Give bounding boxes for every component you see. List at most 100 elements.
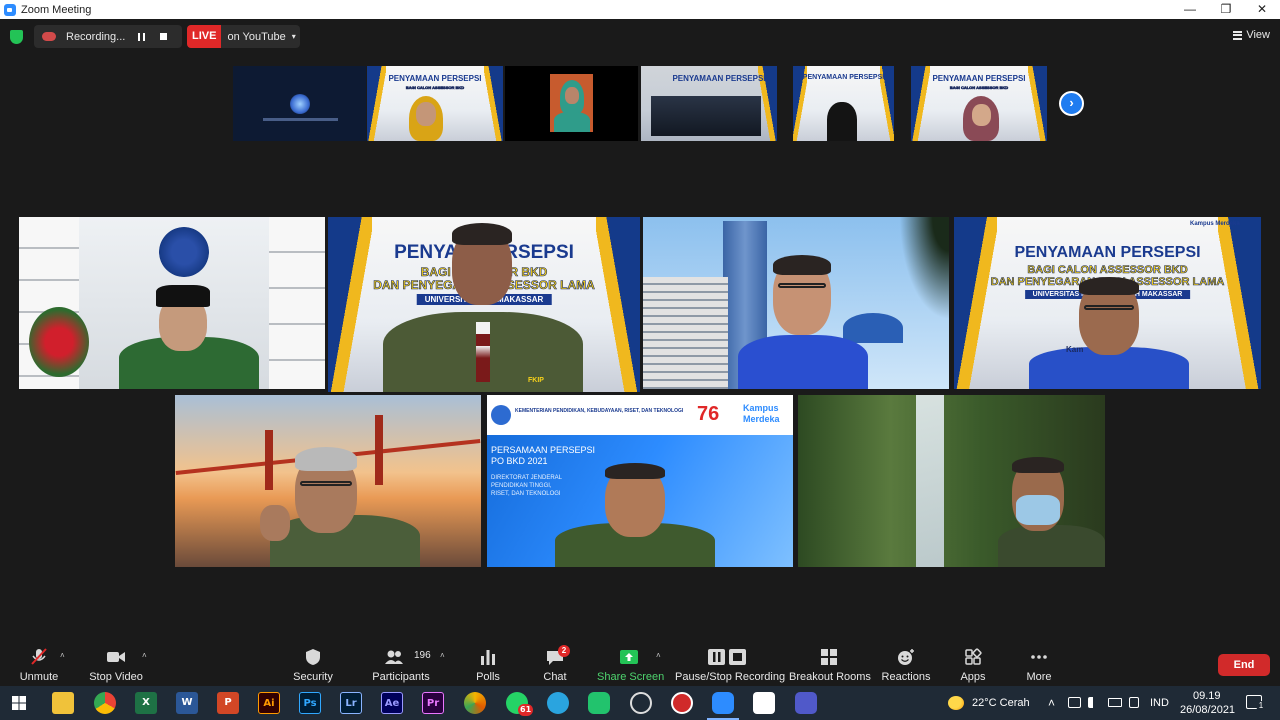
clock-time[interactable]: 09.19: [1193, 690, 1221, 702]
video-tile[interactable]: [175, 395, 481, 567]
hand: [260, 505, 290, 541]
illustrator-icon[interactable]: Ai: [258, 692, 280, 714]
stop-video-button[interactable]: Stop Video: [88, 642, 144, 686]
windows-start-icon[interactable]: [12, 696, 26, 710]
necktie: [476, 322, 490, 382]
battery-icon[interactable]: [1108, 698, 1122, 707]
participants-button[interactable]: 196 Participants: [372, 642, 430, 686]
reactions-label: Reactions: [881, 671, 931, 683]
minimize-button[interactable]: —: [1172, 0, 1208, 19]
pause-stop-recording-button[interactable]: Pause/Stop Recording: [675, 642, 785, 686]
microphone-muted-icon: [31, 648, 47, 665]
audio-options-caret[interactable]: ˄: [60, 651, 65, 660]
volume-icon[interactable]: [1088, 697, 1100, 708]
after-effects-icon[interactable]: Ae: [381, 692, 403, 714]
encryption-shield-icon[interactable]: [10, 30, 23, 44]
video-tile[interactable]: KEMENTERIAN PENDIDIKAN, KEBUDAYAAN, RISE…: [487, 395, 793, 567]
banner-title: PENYAMAAN PERSEPSI: [388, 74, 482, 83]
participants-options-caret[interactable]: ˄: [440, 651, 445, 660]
livestream-indicator[interactable]: LIVE on YouTube ▾: [187, 25, 300, 48]
app-icon[interactable]: [464, 692, 486, 714]
fkip-label: FKIP: [528, 377, 544, 384]
unmute-button[interactable]: Unmute: [15, 642, 63, 686]
apps-button[interactable]: Apps: [955, 642, 991, 686]
weather-label[interactable]: 22°C Cerah: [972, 697, 1030, 709]
peci-cap: [156, 285, 210, 307]
meet-icon[interactable]: [588, 692, 610, 714]
notification-center-icon[interactable]: 1: [1246, 695, 1266, 711]
teams-icon[interactable]: [795, 692, 817, 714]
end-meeting-button[interactable]: End: [1218, 654, 1270, 676]
chat-label: Chat: [543, 671, 567, 683]
more-dots-icon: [1031, 655, 1047, 659]
security-button[interactable]: Security: [290, 642, 336, 686]
clock-date[interactable]: 26/08/2021: [1180, 704, 1235, 716]
whatsapp-badge: 61: [518, 704, 534, 716]
breakout-rooms-button[interactable]: Breakout Rooms: [789, 642, 871, 686]
tray-chevron-icon[interactable]: ˄: [1048, 696, 1055, 710]
thumbnail-video[interactable]: PENYAMAAN PERSEPSI: [641, 66, 777, 141]
share-options-caret[interactable]: ˄: [656, 651, 661, 660]
thumbnail-video[interactable]: [505, 66, 638, 141]
slide-title: PERSAMAAN PERSEPSI: [491, 445, 596, 455]
polls-label: Polls: [476, 671, 500, 683]
input-language[interactable]: IND: [1150, 697, 1169, 709]
active-speaker-tile[interactable]: PENYAM PERSEPSI BAGI CALON OR BKD DAN PE…: [328, 217, 640, 392]
lightroom-icon[interactable]: Lr: [340, 692, 362, 714]
video-tile[interactable]: Kampus Merdeka PENYAMAAN PERSEPSI BAGI C…: [954, 217, 1261, 389]
network-icon[interactable]: [1068, 697, 1081, 708]
merdeka-label: Merdeka: [743, 414, 780, 424]
ministry-name: KEMENTERIAN PENDIDIKAN, KEBUDAYAAN, RISE…: [515, 408, 684, 414]
face-mask: [1016, 495, 1060, 525]
thumbnail-video[interactable]: PENYAMAAN PERSEPSI BAGI CALON ASSESSOR B…: [911, 66, 1047, 141]
breakout-rooms-icon: [821, 649, 837, 665]
pause-icon: [137, 32, 145, 41]
chrome-icon[interactable]: [94, 692, 116, 714]
chat-button[interactable]: 2 Chat: [537, 642, 573, 686]
whatsapp-icon[interactable]: 61: [506, 692, 534, 716]
view-button[interactable]: View: [1233, 25, 1270, 45]
keyboard-icon[interactable]: [1129, 697, 1139, 708]
window-title: Zoom Meeting: [21, 3, 92, 16]
meeting-toolbar: Unmute ˄ Stop Video ˄ Security 196 Parti…: [0, 642, 1280, 686]
polls-button[interactable]: Polls: [470, 642, 506, 686]
stop-icon: [159, 33, 167, 40]
telegram-icon[interactable]: [547, 692, 569, 714]
stop-recording-button[interactable]: [156, 30, 170, 44]
live-badge: LIVE: [187, 25, 222, 48]
thumbnail-video[interactable]: PENYAMAAN PERSEPSI BAGI CALON ASSESSOR B…: [367, 66, 503, 141]
video-tile[interactable]: [19, 217, 325, 389]
ministry-logo-icon: [491, 405, 511, 425]
apps-icon: [965, 648, 982, 665]
next-page-button[interactable]: ›: [1059, 91, 1084, 116]
banner-title: PENYAMAAN PERSEPSI: [802, 74, 885, 81]
video-options-caret[interactable]: ˄: [142, 651, 147, 660]
video-tile[interactable]: [798, 395, 1105, 567]
powerpoint-icon[interactable]: P: [217, 692, 239, 714]
close-button[interactable]: ✕: [1244, 0, 1280, 19]
app-icon[interactable]: [753, 692, 775, 714]
weather-icon[interactable]: [948, 696, 964, 710]
banner-title: PENYAMAAN PERSEPSI: [672, 74, 766, 83]
chevron-right-icon: ›: [1069, 95, 1074, 110]
share-screen-button[interactable]: Share Screen: [597, 642, 665, 686]
file-explorer-icon[interactable]: [52, 692, 74, 714]
restore-button[interactable]: ❐: [1208, 0, 1244, 19]
browser-icon[interactable]: [630, 692, 652, 714]
reactions-button[interactable]: Reactions: [880, 642, 932, 686]
palm-leaves: [891, 217, 949, 337]
video-tile[interactable]: [643, 217, 949, 389]
more-label: More: [1026, 671, 1052, 683]
opera-icon[interactable]: [671, 692, 693, 714]
thumbnail-video[interactable]: PENYAMAAN PERSEPSI: [793, 66, 894, 141]
recording-label: Recording...: [66, 30, 126, 43]
word-icon[interactable]: W: [176, 692, 198, 714]
zoom-taskbar-icon[interactable]: [707, 692, 739, 720]
pause-recording-button[interactable]: [134, 30, 148, 44]
premiere-icon[interactable]: Pr: [422, 692, 444, 714]
excel-icon[interactable]: X: [135, 692, 157, 714]
more-button[interactable]: More: [1021, 642, 1057, 686]
share-screen-label: Share Screen: [597, 671, 665, 683]
thumbnail-video[interactable]: [233, 66, 366, 141]
photoshop-icon[interactable]: Ps: [299, 692, 321, 714]
